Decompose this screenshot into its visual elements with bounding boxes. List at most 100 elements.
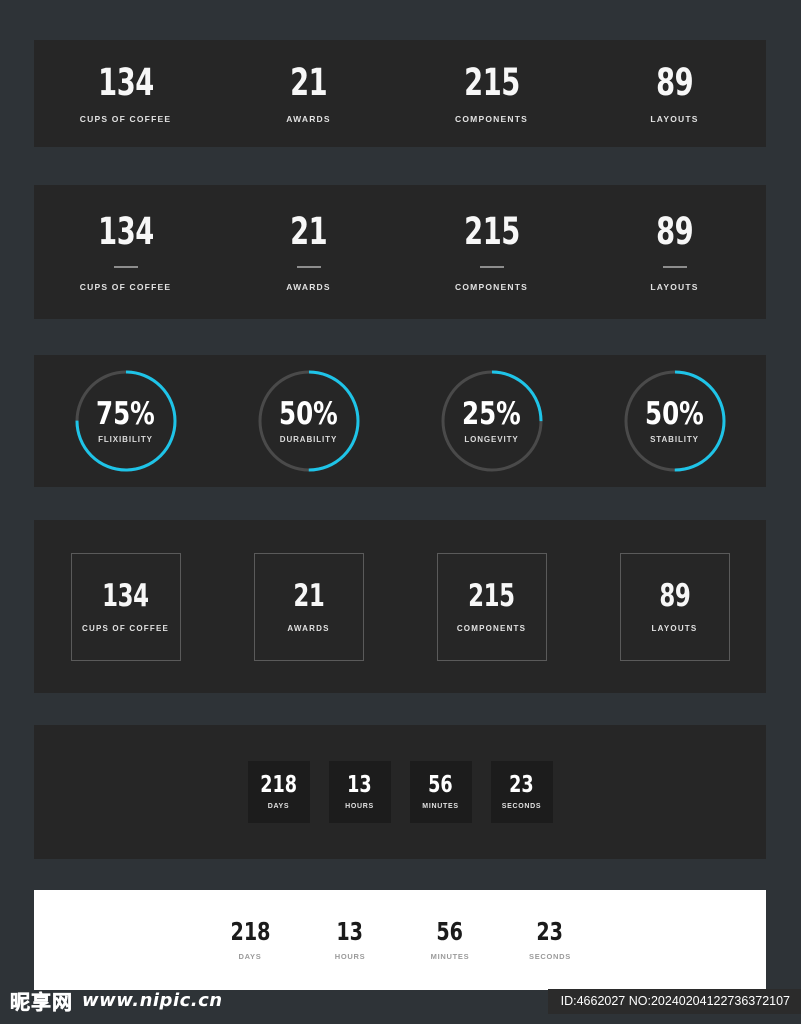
counter-label: LAYOUTS bbox=[651, 623, 698, 633]
watermark-url: www.nipic.cn bbox=[82, 990, 223, 1011]
counter-item: 215 COMPONENTS bbox=[400, 552, 583, 661]
counter-value: 89 bbox=[655, 60, 694, 104]
progress-item: 25% LONGEVITY bbox=[400, 368, 583, 474]
progress-circle: 50% STABILITY bbox=[622, 368, 728, 474]
countdown-label: DAYS bbox=[267, 803, 290, 810]
countdown-label: SECONDS bbox=[529, 952, 571, 961]
counter-item: 134 CUPS OF COFFEE bbox=[34, 552, 217, 661]
countdown-unit-days: 218 DAYS bbox=[247, 761, 310, 823]
progress-text: 25% LONGEVITY bbox=[458, 395, 525, 444]
countdown-value: 218 bbox=[260, 772, 297, 798]
countdown-unit-hours: 13 HOURS bbox=[319, 919, 381, 961]
progress-text: 75% FLIXIBILITY bbox=[92, 395, 159, 444]
countdown-unit-seconds: 23 SECONDS bbox=[519, 919, 581, 961]
counter-item: 89 LAYOUTS bbox=[583, 213, 766, 292]
watermark-logo-text: 昵享网 bbox=[10, 990, 73, 1015]
counter-item: 21 AWARDS bbox=[217, 64, 400, 124]
counter-label: LAYOUTS bbox=[650, 281, 699, 292]
section-counters-boxed: 134 CUPS OF COFFEE 21 AWARDS 215 COMPONE… bbox=[34, 520, 766, 693]
progress-text: 50% DURABILITY bbox=[275, 395, 342, 444]
counter-label: COMPONENTS bbox=[455, 281, 528, 292]
section-counters-divider: 134 CUPS OF COFFEE 21 AWARDS 215 COMPONE… bbox=[34, 185, 766, 319]
counter-value: 21 bbox=[289, 60, 328, 104]
counter-item: 134 CUPS OF COFFEE bbox=[34, 213, 217, 292]
divider bbox=[113, 265, 138, 268]
countdown-value: 13 bbox=[347, 772, 372, 798]
counter-value: 21 bbox=[289, 209, 328, 253]
counter-value: 89 bbox=[655, 209, 694, 253]
counter-label: AWARDS bbox=[287, 623, 330, 633]
countdown-unit-minutes: 56 MINUTES bbox=[409, 761, 472, 823]
countdown-label: DAYS bbox=[238, 952, 262, 961]
countdown-value: 23 bbox=[536, 917, 564, 946]
counter-label: CUPS OF COFFEE bbox=[79, 113, 172, 124]
countdown-label: MINUTES bbox=[422, 803, 459, 810]
counter-item: 89 LAYOUTS bbox=[583, 552, 766, 661]
countdown-unit-hours: 13 HOURS bbox=[328, 761, 391, 823]
image-id-badge: ID:4662027 NO:20240204122736372107 bbox=[547, 989, 801, 1014]
divider bbox=[479, 265, 504, 268]
countdown-label: SECONDS bbox=[501, 803, 542, 810]
counter-value: 215 bbox=[463, 60, 520, 104]
watermark: 昵享网 www.nipic.cn bbox=[10, 986, 223, 1015]
counter-item: 215 COMPONENTS bbox=[400, 64, 583, 124]
countdown-value: 13 bbox=[336, 917, 364, 946]
counter-item: 21 AWARDS bbox=[217, 552, 400, 661]
progress-value: 50% bbox=[279, 395, 338, 432]
section-progress-circles: 75% FLIXIBILITY 50% DURABILITY 25% LONGE… bbox=[34, 355, 766, 487]
countdown-value: 56 bbox=[436, 917, 464, 946]
progress-value: 50% bbox=[645, 395, 704, 432]
counter-box: 134 CUPS OF COFFEE bbox=[70, 552, 181, 661]
counter-item: 134 CUPS OF COFFEE bbox=[34, 64, 217, 124]
counter-item: 89 LAYOUTS bbox=[583, 64, 766, 124]
progress-text: 50% STABILITY bbox=[641, 395, 708, 444]
countdown-label: HOURS bbox=[345, 803, 374, 810]
counter-label: CUPS OF COFFEE bbox=[81, 623, 170, 633]
section-counters-plain: 134 CUPS OF COFFEE 21 AWARDS 215 COMPONE… bbox=[34, 40, 766, 147]
divider bbox=[662, 265, 687, 268]
counter-value: 215 bbox=[463, 209, 520, 253]
counter-row: 134 CUPS OF COFFEE 21 AWARDS 215 COMPONE… bbox=[34, 40, 766, 147]
progress-label: LONGEVITY bbox=[464, 434, 519, 444]
progress-circle: 25% LONGEVITY bbox=[439, 368, 545, 474]
counter-item: 215 COMPONENTS bbox=[400, 213, 583, 292]
progress-value: 25% bbox=[462, 395, 521, 432]
footer-watermark: 昵享网 www.nipic.cn ID:4662027 NO:202402041… bbox=[0, 976, 801, 1024]
countdown-row: 218 DAYS 13 HOURS 56 MINUTES 23 SECONDS bbox=[34, 890, 766, 990]
countdown-unit-minutes: 56 MINUTES bbox=[419, 919, 481, 961]
progress-value: 75% bbox=[96, 395, 155, 432]
progress-label: FLIXIBILITY bbox=[98, 434, 153, 444]
progress-item: 50% STABILITY bbox=[583, 368, 766, 474]
countdown-unit-days: 218 DAYS bbox=[219, 919, 281, 961]
divider bbox=[296, 265, 321, 268]
countdown-value: 23 bbox=[509, 772, 534, 798]
counter-box: 89 LAYOUTS bbox=[619, 552, 730, 661]
progress-row: 75% FLIXIBILITY 50% DURABILITY 25% LONGE… bbox=[34, 355, 766, 487]
counter-label: LAYOUTS bbox=[650, 113, 699, 124]
page-root: 134 CUPS OF COFFEE 21 AWARDS 215 COMPONE… bbox=[0, 0, 801, 1024]
progress-label: STABILITY bbox=[650, 434, 699, 444]
countdown-label: HOURS bbox=[334, 952, 366, 961]
progress-item: 50% DURABILITY bbox=[217, 368, 400, 474]
counter-label: COMPONENTS bbox=[456, 623, 527, 633]
counter-value: 215 bbox=[468, 577, 515, 614]
countdown-value: 56 bbox=[428, 772, 453, 798]
section-countdown-dark: 218 DAYS 13 HOURS 56 MINUTES 23 SECONDS bbox=[34, 725, 766, 859]
counter-label: COMPONENTS bbox=[455, 113, 528, 124]
counter-value: 89 bbox=[658, 577, 691, 614]
counter-box: 21 AWARDS bbox=[253, 552, 364, 661]
counter-box: 215 COMPONENTS bbox=[436, 552, 547, 661]
progress-item: 75% FLIXIBILITY bbox=[34, 368, 217, 474]
counter-item: 21 AWARDS bbox=[217, 213, 400, 292]
countdown-label: MINUTES bbox=[430, 952, 470, 961]
progress-label: DURABILITY bbox=[279, 434, 338, 444]
counter-label: CUPS OF COFFEE bbox=[79, 281, 172, 292]
progress-circle: 75% FLIXIBILITY bbox=[73, 368, 179, 474]
progress-circle: 50% DURABILITY bbox=[256, 368, 362, 474]
countdown-value: 218 bbox=[230, 917, 270, 946]
counter-label: AWARDS bbox=[286, 113, 331, 124]
counter-value: 21 bbox=[292, 577, 325, 614]
counter-row: 134 CUPS OF COFFEE 21 AWARDS 215 COMPONE… bbox=[34, 520, 766, 693]
counter-value: 134 bbox=[97, 209, 154, 253]
counter-value: 134 bbox=[97, 60, 154, 104]
